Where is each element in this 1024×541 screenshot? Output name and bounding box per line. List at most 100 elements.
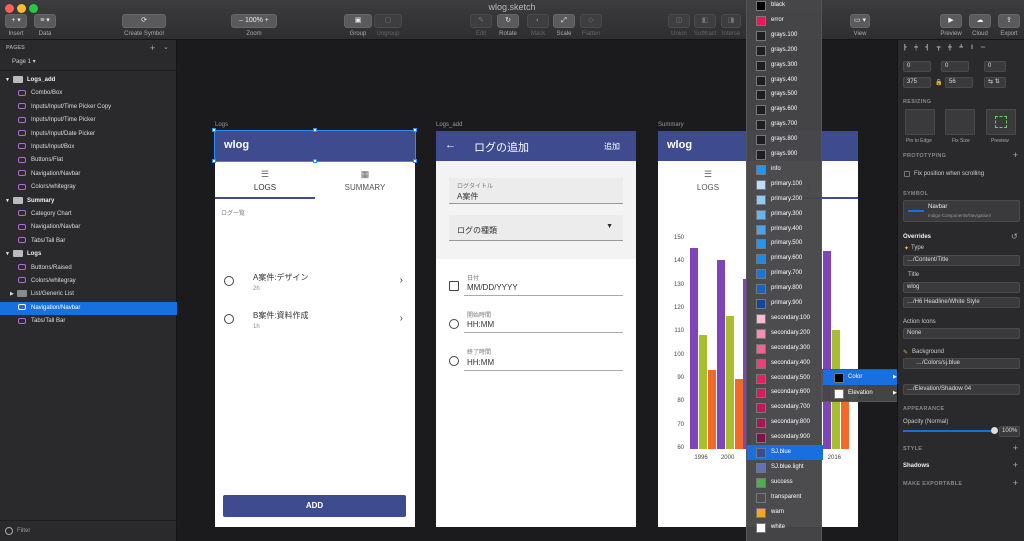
color-menu-item[interactable]: info <box>747 162 823 177</box>
submenu-item[interactable]: Color ▶ <box>823 370 903 385</box>
color-menu-item[interactable]: secondary.100 <box>747 311 823 326</box>
reset-overrides-icon[interactable]: ↺ <box>1011 232 1018 241</box>
insert-tool[interactable]: + ▾ Insert <box>5 14 27 37</box>
add-shadow-icon[interactable]: + <box>1013 460 1018 470</box>
color-menu-item[interactable]: primary.100 <box>747 177 823 192</box>
color-menu-item[interactable]: grays.800 <box>747 132 823 147</box>
color-menu-item[interactable]: grays.600 <box>747 102 823 117</box>
color-menu-item[interactable]: secondary.200 <box>747 326 823 341</box>
color-menu-item[interactable]: SJ.blue <box>747 445 823 460</box>
end-time-input[interactable]: HH:MM <box>467 358 494 367</box>
zoom-tool[interactable]: – 100% + Zoom <box>231 14 277 37</box>
scale-tool[interactable]: ⤢ Scale <box>553 14 575 37</box>
resize-handle[interactable] <box>212 128 216 132</box>
color-menu-item[interactable]: grays.100 <box>747 28 823 43</box>
color-menu-item[interactable]: primary.300 <box>747 207 823 222</box>
color-menu-item[interactable]: grays.400 <box>747 73 823 88</box>
title-input[interactable]: wlog <box>903 282 1020 293</box>
color-menu-item[interactable]: white <box>747 520 823 535</box>
layer-row[interactable]: Buttons/Raised <box>0 262 177 275</box>
color-menu-item[interactable]: primary.400 <box>747 222 823 237</box>
color-menu-item[interactable]: SJ.blue.light <box>747 460 823 475</box>
type-select[interactable]: …/Content/Title <box>903 255 1020 266</box>
resize-handle[interactable] <box>313 159 317 163</box>
layer-row[interactable]: Buttons/Flat <box>0 154 177 167</box>
cloud-tool[interactable]: ☁ Cloud <box>969 14 991 37</box>
disclosure-triangle-icon[interactable]: ▼ <box>5 251 10 257</box>
y-field[interactable]: 0 <box>941 61 969 72</box>
resize-handle[interactable] <box>313 128 317 132</box>
flatten-tool[interactable]: ◇ Flatten <box>580 14 602 37</box>
text-style-select[interactable]: …/H6 Headline/White Style <box>903 297 1020 308</box>
layer-row[interactable]: Tabs/Tall Bar <box>0 235 177 248</box>
layer-row[interactable]: Colors/whitegray <box>0 275 177 288</box>
color-menu-item[interactable]: secondary.400 <box>747 356 823 371</box>
color-menu-item[interactable]: error <box>747 13 823 28</box>
layer-row[interactable]: Category Chart <box>0 208 177 221</box>
disclosure-triangle-icon[interactable]: ▶ <box>10 291 14 297</box>
color-menu-item[interactable]: secondary.900 <box>747 430 823 445</box>
color-menu-item[interactable]: black <box>747 0 823 13</box>
color-menu-item[interactable]: success <box>747 475 823 490</box>
layer-row[interactable]: Inputs/Input/Time Picker <box>0 114 177 127</box>
layer-row[interactable]: ▼ Summary <box>0 195 177 208</box>
rotation-field[interactable]: 0 <box>984 61 1006 72</box>
navbar[interactable]: ← ログの追加 追加 <box>436 131 636 161</box>
layer-row[interactable]: Navigation/Navbar <box>0 221 177 234</box>
color-menu-item[interactable]: secondary.700 <box>747 400 823 415</box>
color-menu-item[interactable]: grays.900 <box>747 147 823 162</box>
collapse-pages-icon[interactable]: ⌄ <box>163 43 169 51</box>
alignment-icons[interactable]: ┣ ┿ ┫ ┳ ╋ ┻ ‖ ═ <box>903 44 1019 52</box>
add-prototyping-icon[interactable]: + <box>1013 150 1018 160</box>
add-export-icon[interactable]: + <box>1013 478 1018 488</box>
artboard-label-logs[interactable]: Logs <box>215 122 228 128</box>
background-select[interactable]: …/Colors/sj.blue <box>903 358 1020 369</box>
rotate-tool[interactable]: ↻ Rotate <box>497 14 519 37</box>
layer-row[interactable]: Inputs/Input/Time Picker Copy <box>0 101 177 114</box>
color-menu-item[interactable]: primary.200 <box>747 192 823 207</box>
color-menu-item[interactable]: primary.800 <box>747 281 823 296</box>
height-field[interactable]: 56 <box>945 77 973 88</box>
back-arrow-icon[interactable]: ← <box>445 139 456 151</box>
fix-size-control[interactable] <box>945 109 975 135</box>
filter-input[interactable]: Filter <box>17 528 30 534</box>
data-tool[interactable]: ≡ ▾ Data <box>34 14 56 37</box>
layer-row[interactable]: Navigation/Navbar <box>0 301 177 315</box>
elevation-select[interactable]: …/Elevation/Shadow 04 <box>903 384 1020 395</box>
tab-logs[interactable]: ☰ LOGS <box>215 161 315 199</box>
artboard-logs-add[interactable]: ← ログの追加 追加 ログタイトル A案件 ログの種類 ▼ 日付 MM/DD/Y… <box>436 131 636 527</box>
subtract-tool[interactable]: ◧ Subtract <box>694 14 716 37</box>
symbol-selector[interactable]: Navbar Indigo-Components/Navigation/ <box>903 200 1020 222</box>
layer-row[interactable]: Tabs/Tall Bar <box>0 315 177 328</box>
date-input[interactable]: MM/DD/YYYY <box>467 283 518 292</box>
log-title-field[interactable]: ログタイトル A案件 <box>449 178 623 204</box>
color-menu-item[interactable]: primary.900 <box>747 296 823 311</box>
color-menu-item[interactable]: grays.200 <box>747 43 823 58</box>
mask-tool[interactable]: ◐ Mask <box>527 14 549 37</box>
layer-row[interactable]: ▼ Logs <box>0 248 177 261</box>
layer-row[interactable]: ▼ Logs_add <box>0 74 177 87</box>
color-menu-item[interactable]: grays.500 <box>747 87 823 102</box>
submenu-item[interactable]: Elevation ▶ <box>823 386 903 401</box>
color-menu-item[interactable]: transparent <box>747 490 823 505</box>
color-menu-item[interactable]: secondary.600 <box>747 385 823 400</box>
intersect-tool[interactable]: ◨ Interse <box>721 14 741 37</box>
layer-row[interactable]: Navigation/Navbar <box>0 168 177 181</box>
color-menu-item[interactable]: primary.700 <box>747 266 823 281</box>
x-field[interactable]: 0 <box>903 61 931 72</box>
opacity-slider[interactable] <box>903 427 998 434</box>
preview-tool[interactable]: ▶ Preview <box>940 14 962 37</box>
color-menu-item[interactable]: secondary.300 <box>747 341 823 356</box>
page-selector[interactable]: Page 1 ▾ <box>12 58 36 65</box>
layer-row[interactable]: Combo/Box <box>0 87 177 100</box>
start-time-input[interactable]: HH:MM <box>467 320 494 329</box>
add-style-icon[interactable]: + <box>1013 443 1018 453</box>
export-tool[interactable]: ⇪ Export <box>998 14 1020 37</box>
color-menu-item[interactable]: grays.300 <box>747 58 823 73</box>
layer-row[interactable]: Inputs/Input/Date Picker <box>0 128 177 141</box>
add-action-button[interactable]: 追加 <box>604 141 620 152</box>
width-field[interactable]: 375 <box>903 77 931 88</box>
artboard-label-logs-add[interactable]: Logs_add <box>436 122 462 128</box>
color-menu-item[interactable]: secondary.500 <box>747 371 823 386</box>
color-menu-item[interactable]: secondary.800 <box>747 415 823 430</box>
